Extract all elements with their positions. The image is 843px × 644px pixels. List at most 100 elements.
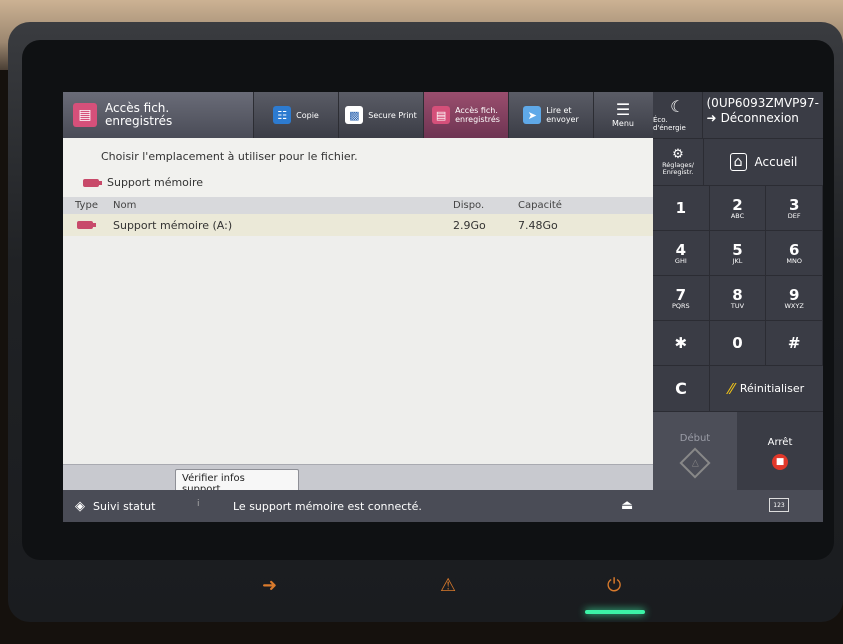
reset-icon: ⁄⁄ (728, 379, 734, 398)
tab-menu[interactable]: ☰ Menu (593, 92, 652, 138)
numeric-keypad: 1 2 ABC 3 DEF 4 GHI 5 JKL 6 MNO 7 PQRS 8 TUV 9W… (653, 185, 823, 366)
stop-button[interactable]: Arrêt ■ (737, 412, 823, 494)
current-app-title: ▤ Accès fich. enregistrés (63, 92, 253, 138)
key-letters: GHI (674, 256, 687, 265)
key-1[interactable]: 1 (653, 186, 710, 231)
row-available: 2.9Go (453, 219, 486, 232)
lock-print-icon: ▩ (345, 106, 364, 124)
error-hardware-icon: ⚠ (440, 575, 457, 596)
row-name: Support mémoire (A:) (113, 219, 233, 232)
key-5[interactable]: 5 JKL (709, 231, 767, 276)
key-0[interactable]: 0 (709, 321, 767, 366)
key-digit: 7 (675, 285, 687, 304)
settings-button[interactable]: ⚙ Réglages/ Enregistr. (653, 139, 704, 185)
home-label: Accueil (754, 155, 798, 169)
stored-files-icon: ▤ (432, 106, 451, 124)
reset-label: Réinitialiser (739, 382, 805, 395)
stored-files-icon: ▤ (73, 103, 97, 127)
energy-saver-label: Éco. d'énergie (653, 116, 686, 132)
key-digit: # (787, 334, 801, 352)
column-name: Nom (113, 200, 137, 211)
key-letters: MNO (786, 256, 802, 265)
key-digit: 0 (732, 334, 743, 352)
table-row[interactable]: Support mémoire (A:) 2.9Go 7.48Go (63, 214, 653, 237)
key-digit: 3 (788, 195, 800, 214)
tab-secure-print[interactable]: ▩ Secure Print (338, 92, 423, 138)
home-button[interactable]: ⌂ Accueil (704, 139, 823, 185)
right-panel: ☾ Éco. d'énergie (0UP6093ZMVP97- ➜ Décon… (653, 92, 823, 522)
key-6[interactable]: 6 MNO (766, 231, 823, 276)
eject-icon[interactable]: ⏏ (621, 498, 633, 513)
current-location: Support mémoire (83, 176, 203, 189)
key-7[interactable]: 7 PQRS (653, 276, 710, 321)
instruction-text: Choisir l'emplacement à utiliser pour le… (101, 150, 358, 163)
user-info[interactable]: (0UP6093ZMVP97- ➜ Déconnexion (703, 92, 824, 138)
menu-icon: ☰ (615, 99, 631, 119)
row-capacity: 7.48Go (518, 219, 558, 232)
home-icon: ⌂ (729, 153, 747, 171)
stop-icon: ■ (772, 453, 788, 470)
table-header: Type Nom Dispo. Capacité (63, 197, 653, 214)
key-digit: ✱ (674, 334, 688, 352)
settings-label: Réglages/ Enregistr. (662, 161, 694, 176)
key-digit: 2 (732, 195, 743, 214)
user-id: (0UP6093ZMVP97- (706, 96, 820, 110)
key-letters: DEF (787, 211, 801, 220)
column-capacity: Capacité (518, 200, 562, 211)
tab-scan-send[interactable]: ➤ Lire et envoyer (508, 92, 593, 138)
logout-icon: ➜ (706, 111, 717, 125)
scan-send-icon: ➤ (523, 106, 542, 124)
column-type: Type (75, 200, 98, 211)
gear-icon: ⚙ (672, 147, 684, 162)
usb-icon (83, 178, 102, 187)
key-digit: 6 (788, 240, 800, 259)
key-8[interactable]: 8 TUV (709, 276, 767, 321)
status-message: Le support mémoire est connecté. (233, 500, 422, 513)
key-9[interactable]: 9 WXYZ (766, 276, 823, 321)
logout-label: Déconnexion (720, 111, 799, 125)
usb-icon (77, 221, 96, 229)
key-digit: 1 (675, 199, 687, 217)
tab-stored-files[interactable]: ▤ Accès fich. enregistrés (423, 92, 508, 138)
key-digit: 5 (732, 240, 743, 259)
reset-button[interactable]: ⁄⁄ Réinitialiser (710, 366, 823, 411)
keyboard-icon[interactable]: 123 (769, 498, 789, 512)
key-digit: 8 (732, 285, 743, 304)
tab-stored-files-label: Accès fich. enregistrés (455, 106, 500, 124)
energy-saver-button[interactable]: ☾ Éco. d'énergie (653, 92, 703, 138)
key-letters: WXYZ (784, 301, 804, 310)
key-3[interactable]: 3 DEF (766, 186, 823, 231)
clear-key[interactable]: C (653, 366, 710, 411)
column-available: Dispo. (453, 200, 485, 211)
login-hardware-icon[interactable]: ➜ (262, 575, 277, 596)
key-hash[interactable]: # (766, 321, 823, 366)
key-2[interactable]: 2 ABC (709, 186, 767, 231)
tab-secure-print-label: Secure Print (368, 110, 417, 120)
start-label: Début (679, 432, 711, 444)
touch-screen: ▤ Accès fich. enregistrés ☷ Copie ▩ Secu… (63, 92, 823, 522)
copy-icon: ☷ (273, 106, 292, 124)
status-monitor-label: Suivi statut (93, 500, 156, 513)
current-app-label: Accès fich. enregistrés (105, 101, 173, 128)
power-led (585, 610, 645, 614)
start-button[interactable]: Début △ (653, 412, 737, 494)
key-digit: 9 (788, 285, 800, 304)
status-bar: ◈ Suivi statut i Le support mémoire est … (63, 490, 823, 522)
main-content: Choisir l'emplacement à utiliser pour le… (63, 138, 653, 522)
key-letters: PQRS (671, 301, 690, 310)
moon-icon: ☾ (670, 97, 685, 116)
power-hardware-icon[interactable]: ⏻ (607, 575, 621, 596)
stop-label: Arrêt (767, 436, 793, 448)
tab-menu-label: Menu (612, 118, 634, 128)
status-monitor-icon: ◈ (75, 499, 85, 514)
key-digit: 4 (675, 240, 687, 259)
file-list-area (63, 236, 653, 466)
info-icon: i (197, 499, 200, 509)
tab-copy[interactable]: ☷ Copie (253, 92, 338, 138)
key-4[interactable]: 4 GHI (653, 231, 710, 276)
status-monitor-button[interactable]: ◈ Suivi statut (75, 499, 155, 514)
key-letters: JKL (732, 256, 743, 265)
key-star[interactable]: ✱ (653, 321, 710, 366)
tab-copy-label: Copie (296, 110, 319, 120)
start-icon: △ (679, 446, 711, 479)
